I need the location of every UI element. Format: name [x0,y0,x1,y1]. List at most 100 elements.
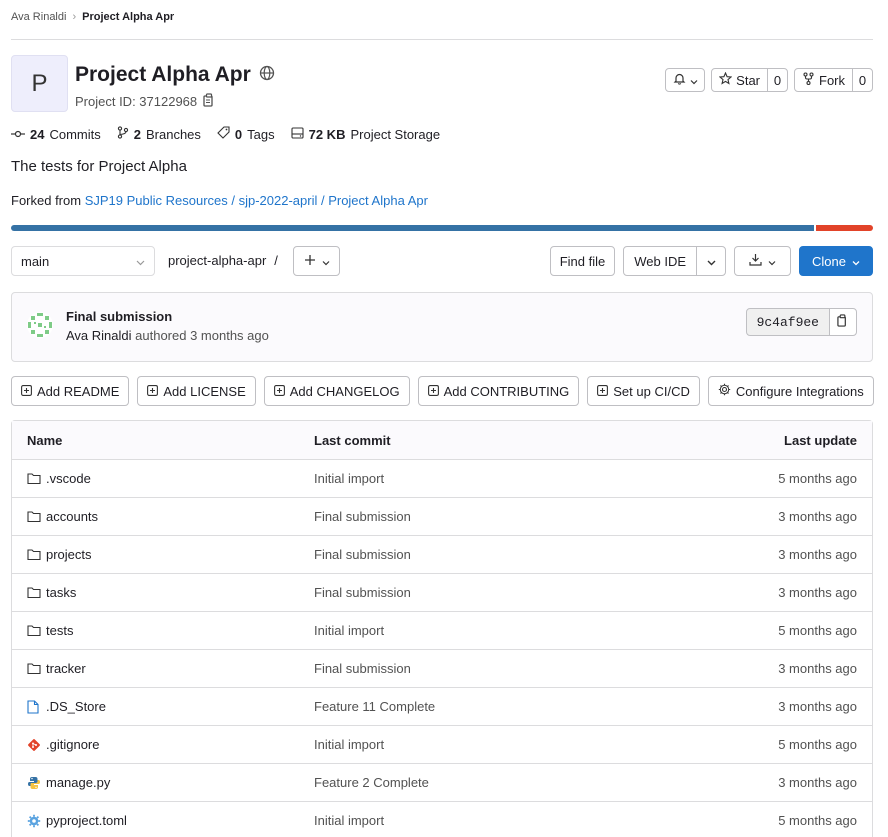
commit-author[interactable]: Ava Rinaldi [66,328,132,343]
storage-count: 72 KB [308,126,346,142]
branch-name: main [21,253,50,269]
file-commit[interactable]: Initial import [314,623,697,638]
commit-sha[interactable]: 9c4af9ee [745,308,830,336]
chevron-down-icon [322,254,330,269]
add-dropdown[interactable] [293,246,340,276]
find-file-button[interactable]: Find file [549,246,616,276]
table-row[interactable]: pyproject.toml Initial import 5 months a… [12,802,872,837]
table-row[interactable]: tracker Final submission 3 months ago [12,650,872,688]
file-name[interactable]: .gitignore [46,737,99,752]
file-name[interactable]: pyproject.toml [46,813,127,828]
commits-stat[interactable]: 24 Commits [11,127,101,142]
chevron-down-icon [852,254,860,269]
table-row[interactable]: tests Initial import 5 months ago [12,612,872,650]
table-row[interactable]: .DS_Store Feature 11 Complete 3 months a… [12,688,872,726]
file-name[interactable]: accounts [46,509,98,524]
file-name[interactable]: tracker [46,661,86,676]
download-button[interactable] [734,246,792,276]
commit-sha-group: 9c4af9ee [745,308,857,336]
setup-cicd-label: Set up CI/CD [613,383,690,399]
configure-integrations-button[interactable]: Configure Integrations [707,376,874,406]
file-commit[interactable]: Initial import [314,471,697,486]
table-row[interactable]: accounts Final submission 3 months ago [12,498,872,536]
forked-link[interactable]: SJP19 Public Resources / sjp-2022-april … [85,193,428,208]
project-actions: Star 0 Fork 0 [665,68,873,92]
header-name: Name [27,432,63,448]
folder-icon [27,662,41,676]
language-bar [11,225,873,231]
repo-tools: Find file Web IDE Clone [549,246,873,276]
file-commit[interactable]: Final submission [314,585,697,600]
folder-icon [27,548,41,562]
file-commit[interactable]: Feature 2 Complete [314,775,697,790]
add-license-label: Add LICENSE [163,383,246,399]
file-commit[interactable]: Initial import [314,813,697,828]
tags-stat[interactable]: 0 Tags [217,126,275,142]
plus-square-icon [21,384,32,399]
chevron-down-icon [707,254,716,269]
git-icon [27,738,41,752]
table-row[interactable]: .gitignore Initial import 5 months ago [12,726,872,764]
file-commit[interactable]: Initial import [314,737,697,752]
file-name[interactable]: tests [46,623,73,638]
table-row[interactable]: tasks Final submission 3 months ago [12,574,872,612]
project-title-row: Project Alpha Apr [75,63,275,87]
branch-icon [117,126,129,142]
author-avatar[interactable] [26,311,54,339]
file-commit[interactable]: Final submission [314,661,697,676]
file-name[interactable]: .vscode [46,471,91,486]
file-updated: 3 months ago [778,775,857,790]
configure-integrations-label: Configure Integrations [735,383,864,399]
project-id: Project ID: 37122968 [75,94,198,109]
star-label: Star [736,72,760,88]
last-commit-panel: Final submission Ava Rinaldi authored 3 … [11,292,873,362]
tag-icon [217,126,230,142]
clone-button[interactable]: Clone [799,246,873,276]
fork-button[interactable]: Fork [794,68,853,92]
folder-icon [27,472,41,486]
file-icon [27,699,41,714]
copy-sha-button[interactable] [829,308,857,336]
table-row[interactable]: manage.py Feature 2 Complete 3 months ag… [12,764,872,802]
star-button[interactable]: Star [711,68,768,92]
notifications-button[interactable] [665,68,706,92]
add-changelog-label: Add CHANGELOG [289,383,400,399]
breadcrumb-current[interactable]: Project Alpha Apr [82,11,174,23]
file-commit[interactable]: Final submission [314,509,697,524]
star-count[interactable]: 0 [767,68,788,92]
copy-icon[interactable] [203,93,216,110]
file-name[interactable]: tasks [46,585,76,600]
branches-stat[interactable]: 2 Branches [117,126,201,142]
commit-title[interactable]: Final submission [66,309,172,324]
file-name[interactable]: projects [46,547,92,562]
language-segment-other[interactable] [816,225,873,231]
file-name[interactable]: .DS_Store [46,699,106,714]
file-commit[interactable]: Final submission [314,547,697,562]
copy-icon [837,314,849,330]
path-root[interactable]: project-alpha-apr [168,253,266,268]
folder-icon [27,510,41,524]
breadcrumb-user[interactable]: Ava Rinaldi [11,11,66,23]
add-readme-button[interactable]: Add README [11,376,130,406]
forked-from: Forked from SJP19 Public Resources / sjp… [11,193,428,208]
setup-cicd-button[interactable]: Set up CI/CD [587,376,700,406]
table-row[interactable]: .vscode Initial import 5 months ago [12,460,872,498]
add-contributing-button[interactable]: Add CONTRIBUTING [417,376,580,406]
add-readme-label: Add README [37,383,120,399]
header-last-commit: Last commit [314,432,391,448]
file-name[interactable]: manage.py [46,775,110,790]
branch-selector[interactable]: main [11,246,155,276]
file-commit[interactable]: Feature 11 Complete [314,699,697,714]
commit-icon [11,127,25,142]
project-id-row: Project ID: 37122968 [75,93,216,110]
folder-icon [27,586,41,600]
web-ide-dropdown[interactable] [696,246,727,276]
fork-count[interactable]: 0 [852,68,873,92]
add-changelog-button[interactable]: Add CHANGELOG [263,376,410,406]
language-segment-python[interactable] [11,225,814,231]
web-ide-button[interactable]: Web IDE [623,246,698,276]
add-license-button[interactable]: Add LICENSE [137,376,256,406]
table-row[interactable]: projects Final submission 3 months ago [12,536,872,574]
star-icon [718,71,733,88]
project-title: Project Alpha Apr [75,63,251,86]
